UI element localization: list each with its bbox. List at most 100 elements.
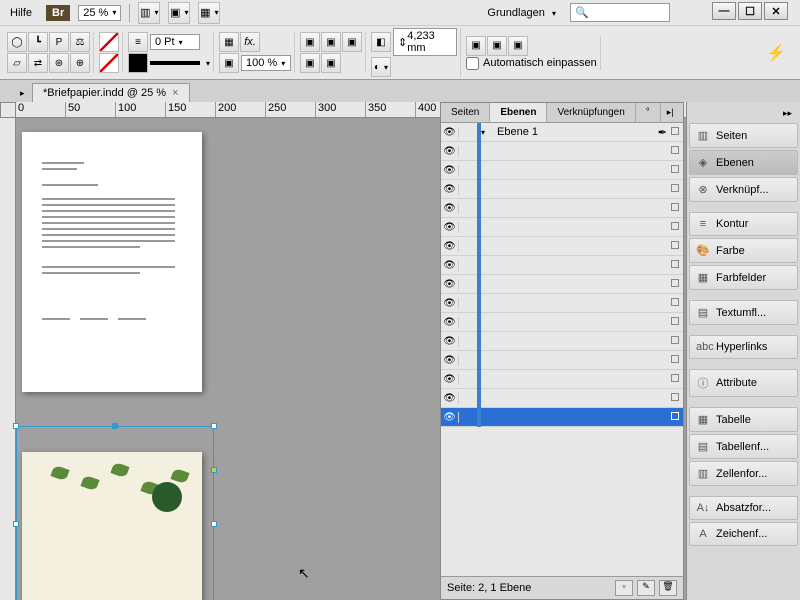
view-options-button[interactable]: ▥▾ bbox=[138, 2, 160, 24]
layer-row[interactable]: 👁 bbox=[441, 313, 683, 332]
dock-button-absatzfor[interactable]: A↓Absatzfor... bbox=[689, 496, 798, 520]
maximize-button[interactable]: ☐ bbox=[738, 2, 762, 20]
panel-tab-°[interactable]: ° bbox=[636, 103, 661, 122]
panel-tab-ebenen[interactable]: Ebenen bbox=[490, 103, 547, 122]
layer-row[interactable]: 👁 bbox=[441, 142, 683, 161]
layer-row[interactable]: 👁 bbox=[441, 294, 683, 313]
balance-tool[interactable]: ⚖ bbox=[70, 32, 90, 52]
visibility-icon[interactable]: 👁 bbox=[441, 203, 459, 214]
corner-tool[interactable]: ┗ bbox=[28, 32, 48, 52]
bridge-button[interactable]: Br bbox=[46, 5, 70, 21]
canvas[interactable]: 050100150200250300350400 bbox=[0, 102, 686, 600]
dock-button-tabellenf[interactable]: ▤Tabellenf... bbox=[689, 434, 798, 459]
panel-tab-seiten[interactable]: Seiten bbox=[441, 103, 490, 122]
minimize-button[interactable]: — bbox=[712, 2, 736, 20]
ruler-vertical[interactable] bbox=[0, 118, 16, 600]
corner-radius-input[interactable]: ⇕ 4,233 mm bbox=[393, 28, 457, 56]
dolly-tool[interactable]: ⊕ bbox=[70, 53, 90, 73]
dock-button-farbfelder[interactable]: ▦Farbfelder bbox=[689, 265, 798, 290]
visibility-icon[interactable]: 👁 bbox=[441, 184, 459, 195]
visibility-icon[interactable]: 👁 bbox=[441, 279, 459, 290]
visibility-icon[interactable]: 👁 bbox=[441, 374, 459, 385]
layer-row[interactable]: 👁 bbox=[441, 256, 683, 275]
visibility-icon[interactable]: 👁 bbox=[441, 298, 459, 309]
corner-style-dropdown[interactable]: ◐▾ bbox=[371, 57, 391, 77]
visibility-icon[interactable]: 👁 bbox=[441, 127, 459, 138]
arrange-button[interactable]: ▦▾ bbox=[198, 2, 220, 24]
expand-icon[interactable]: ▾ bbox=[481, 128, 493, 137]
dock-button-verknpf[interactable]: ⊗Verknüpf... bbox=[689, 177, 798, 202]
close-icon[interactable]: × bbox=[172, 87, 178, 99]
panel-tab-verknüpfungen[interactable]: Verknüpfungen bbox=[547, 103, 635, 122]
flip-h-tool[interactable]: ⇄ bbox=[28, 53, 48, 73]
corner-radius-icon[interactable]: ◧ bbox=[371, 32, 391, 52]
dock-button-textumfl[interactable]: ▤Textumfl... bbox=[689, 300, 798, 325]
fx-button[interactable]: fx. bbox=[240, 32, 260, 52]
page-1-preview[interactable] bbox=[22, 132, 202, 392]
dock-collapse-icon[interactable]: ▸▸ bbox=[689, 106, 798, 123]
workspace-dropdown[interactable]: Grundlagen ▾ bbox=[481, 5, 562, 21]
visibility-icon[interactable]: 👁 bbox=[441, 260, 459, 271]
dock-button-zellenfor[interactable]: ▥Zellenfor... bbox=[689, 461, 798, 486]
stroke-color[interactable] bbox=[128, 53, 148, 73]
dock-button-zeichenf[interactable]: AZeichenf... bbox=[689, 522, 798, 546]
fill-swatch[interactable] bbox=[99, 32, 119, 52]
search-input[interactable]: 🔍 bbox=[570, 3, 670, 22]
layer-row[interactable]: 👁 bbox=[441, 218, 683, 237]
visibility-icon[interactable]: 👁 bbox=[441, 336, 459, 347]
dock-button-seiten[interactable]: ▥Seiten bbox=[689, 123, 798, 148]
text-tool[interactable]: P bbox=[49, 32, 69, 52]
stroke-weight-input[interactable]: 0 Pt▾ bbox=[150, 34, 200, 50]
dock-button-kontur[interactable]: ≡Kontur bbox=[689, 212, 798, 236]
layer-row[interactable]: 👁 bbox=[441, 180, 683, 199]
layer-row[interactable]: 👁 bbox=[441, 370, 683, 389]
ruler-origin[interactable] bbox=[0, 102, 16, 118]
layer-row[interactable]: 👁 bbox=[441, 199, 683, 218]
visibility-icon[interactable]: 👁 bbox=[441, 146, 459, 157]
delete-layer-button[interactable]: 🗑 bbox=[659, 580, 677, 596]
visibility-icon[interactable]: 👁 bbox=[441, 222, 459, 233]
panel-expand-icon[interactable]: ▸| bbox=[661, 103, 680, 122]
wrap-next[interactable]: ▣ bbox=[321, 53, 341, 73]
fit-content-3[interactable]: ▣ bbox=[508, 36, 528, 56]
wrap-shape[interactable]: ▣ bbox=[342, 32, 362, 52]
tab-scroll-icon[interactable]: ▸ bbox=[20, 88, 32, 102]
opacity-input[interactable]: 100 %▾ bbox=[241, 55, 291, 71]
dock-button-farbe[interactable]: 🎨Farbe bbox=[689, 238, 798, 263]
wheel-tool[interactable]: ⊛ bbox=[49, 53, 69, 73]
layer-row[interactable]: 👁 bbox=[441, 275, 683, 294]
layer-row[interactable]: 👁 bbox=[441, 389, 683, 408]
layer-row[interactable]: 👁 bbox=[441, 408, 683, 427]
layer-row[interactable]: 👁 bbox=[441, 237, 683, 256]
panel-menu-icon[interactable]: ▾≡ bbox=[680, 103, 686, 122]
dock-button-ebenen[interactable]: ◈Ebenen bbox=[689, 150, 798, 175]
bolt-icon[interactable]: ⚡ bbox=[766, 43, 796, 63]
opacity-icon[interactable]: ▦ bbox=[219, 32, 239, 52]
visibility-icon[interactable]: 👁 bbox=[441, 355, 459, 366]
rect-corner-tool[interactable]: ▱ bbox=[7, 53, 27, 73]
new-layer-button[interactable]: ✎ bbox=[637, 580, 655, 596]
visibility-icon[interactable]: 👁 bbox=[441, 393, 459, 404]
close-button[interactable]: ✕ bbox=[764, 2, 788, 20]
dock-button-attribute[interactable]: ⓘAttribute bbox=[689, 369, 798, 397]
stroke-swatch-none[interactable] bbox=[99, 53, 119, 73]
visibility-icon[interactable]: 👁 bbox=[441, 241, 459, 252]
fit-content-2[interactable]: ▣ bbox=[487, 36, 507, 56]
layer-row[interactable]: 👁 bbox=[441, 332, 683, 351]
page-2-preview[interactable] bbox=[22, 452, 202, 600]
screen-mode-button[interactable]: ▣▾ bbox=[168, 2, 190, 24]
wrap-none[interactable]: ▣ bbox=[300, 32, 320, 52]
dock-button-tabelle[interactable]: ▦Tabelle bbox=[689, 407, 798, 432]
document-tab[interactable]: *Briefpapier.indd @ 25 % × bbox=[32, 83, 190, 102]
layer-row[interactable]: 👁 bbox=[441, 351, 683, 370]
layer-row[interactable]: 👁▾Ebene 1✒ bbox=[441, 123, 683, 142]
help-menu[interactable]: Hilfe bbox=[4, 5, 38, 21]
fit-content-1[interactable]: ▣ bbox=[466, 36, 486, 56]
frame-tool[interactable]: ◯ bbox=[7, 32, 27, 52]
zoom-level-dropdown[interactable]: 25 %▾ bbox=[78, 5, 121, 21]
visibility-icon[interactable]: 👁 bbox=[441, 412, 459, 423]
new-page-button[interactable]: ▫ bbox=[615, 580, 633, 596]
visibility-icon[interactable]: 👁 bbox=[441, 165, 459, 176]
autofit-checkbox[interactable] bbox=[466, 57, 479, 70]
wrap-bbox[interactable]: ▣ bbox=[321, 32, 341, 52]
